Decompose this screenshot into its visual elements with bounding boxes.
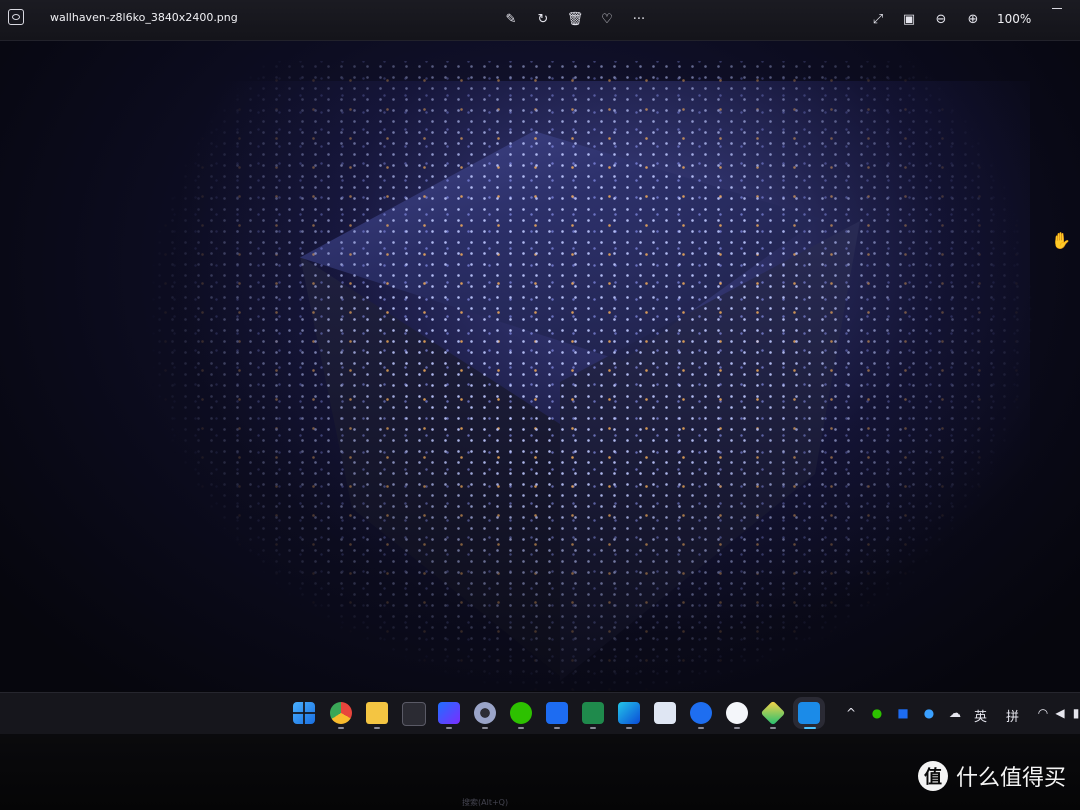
file-explorer-icon[interactable]: [366, 702, 388, 724]
tray-wechat-icon[interactable]: ●: [869, 705, 885, 721]
delete-icon[interactable]: 🗑: [564, 9, 586, 29]
start-icon[interactable]: [293, 702, 315, 724]
watermark: 值 什么值得买: [917, 760, 1066, 792]
tray-app-icon[interactable]: ●: [921, 705, 937, 721]
tray-feishu-icon[interactable]: ■: [895, 705, 911, 721]
running-indicator: [734, 727, 740, 729]
running-indicator: [590, 727, 596, 729]
ime-mode[interactable]: 拼: [1006, 706, 1019, 725]
webstorm-icon[interactable]: [618, 702, 640, 724]
chrome-icon[interactable]: [330, 702, 352, 724]
taskbar: ^ ● ■ ● ☁ 英 拼 ◠ ◀ ▮: [0, 692, 1080, 735]
running-indicator: [338, 727, 344, 729]
monitor-icon[interactable]: [654, 702, 676, 724]
running-indicator: [446, 727, 452, 729]
rotate-icon[interactable]: ↻: [532, 9, 554, 29]
edit-icon[interactable]: ✎: [500, 9, 522, 29]
cloud-icon[interactable]: ☁: [947, 705, 963, 721]
battery-icon[interactable]: ▮: [1068, 705, 1080, 721]
running-indicator: [698, 727, 704, 729]
excel-icon[interactable]: [582, 702, 604, 724]
active-indicator: [804, 727, 816, 729]
fullscreen-icon[interactable]: ▣: [898, 9, 920, 29]
maps-icon[interactable]: [690, 702, 712, 724]
fit-icon[interactable]: ⤢: [867, 9, 889, 29]
watermark-logo-icon: 值: [917, 761, 948, 791]
running-indicator: [482, 727, 488, 729]
running-indicator: [626, 727, 632, 729]
image-canvas[interactable]: ✋: [0, 41, 1080, 691]
more-icon[interactable]: ···: [628, 9, 650, 29]
wechat-icon[interactable]: [510, 702, 532, 724]
intellij-icon[interactable]: [438, 702, 460, 724]
hand-cursor-icon: ✋: [1051, 231, 1071, 250]
minimize-button[interactable]: [1052, 8, 1062, 17]
file-title: wallhaven-z8l6ko_3840x2400.png: [50, 11, 238, 24]
running-indicator: [374, 727, 380, 729]
feishu-icon[interactable]: [546, 702, 568, 724]
zoom-level[interactable]: 100%: [997, 12, 1031, 26]
volume-icon[interactable]: ◀: [1052, 705, 1068, 721]
tool-icon[interactable]: [760, 700, 786, 726]
zoom-out-icon[interactable]: ⊖: [930, 9, 952, 29]
terminal-icon[interactable]: [402, 702, 426, 726]
chevron-up-icon[interactable]: ^: [843, 705, 859, 721]
watermark-text: 什么值得买: [955, 766, 1066, 791]
running-indicator: [518, 727, 524, 729]
viewer-toolbar: wallhaven-z8l6ko_3840x2400.png ✎ ↻ 🗑 ♡ ·…: [0, 0, 1080, 41]
search-hint: 搜索(Alt+Q): [462, 798, 509, 807]
settings-icon[interactable]: [474, 702, 496, 724]
favorite-icon[interactable]: ♡: [596, 9, 618, 29]
ime-language[interactable]: 英: [974, 706, 987, 725]
photos-app-icon: [8, 9, 24, 25]
wifi-icon[interactable]: ◠: [1035, 705, 1051, 721]
photos-icon[interactable]: [798, 702, 820, 724]
particle-field: [140, 61, 1040, 691]
cloud-upload-icon[interactable]: [726, 702, 748, 724]
running-indicator: [554, 727, 560, 729]
zoom-in-icon[interactable]: ⊕: [962, 9, 984, 29]
running-indicator: [770, 727, 776, 729]
